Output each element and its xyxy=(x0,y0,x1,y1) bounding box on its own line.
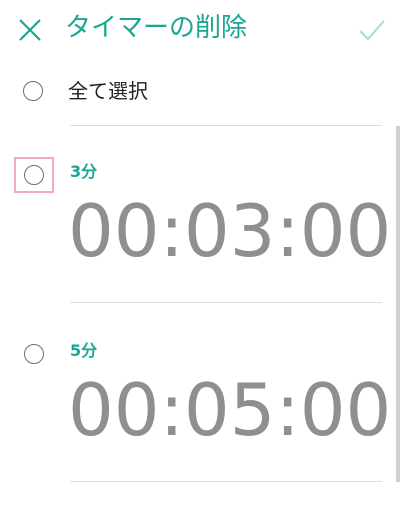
close-icon xyxy=(19,19,41,41)
close-button[interactable] xyxy=(12,12,48,48)
timer-name: 5分 xyxy=(70,341,98,360)
select-all-label: 全て選択 xyxy=(68,79,148,103)
scrollbar[interactable] xyxy=(396,126,400,482)
timer-radio[interactable] xyxy=(24,165,44,185)
divider xyxy=(70,302,382,303)
timer-item[interactable]: 5分 00:05:00 xyxy=(0,336,392,512)
select-all-radio[interactable] xyxy=(23,81,43,101)
timer-time: 00:05:00 xyxy=(68,368,392,452)
timer-radio[interactable] xyxy=(24,344,44,364)
confirm-button[interactable] xyxy=(354,12,390,48)
timer-item[interactable]: 3分 00:03:00 xyxy=(0,157,392,333)
select-all-row[interactable]: 全て選択 xyxy=(0,64,400,120)
divider xyxy=(70,125,382,126)
timer-time: 00:03:00 xyxy=(68,189,392,273)
app-header: タイマーの削除 xyxy=(0,0,400,58)
page-title: タイマーの削除 xyxy=(65,13,248,43)
timer-name: 3分 xyxy=(70,162,98,181)
checkmark-icon xyxy=(359,20,385,41)
